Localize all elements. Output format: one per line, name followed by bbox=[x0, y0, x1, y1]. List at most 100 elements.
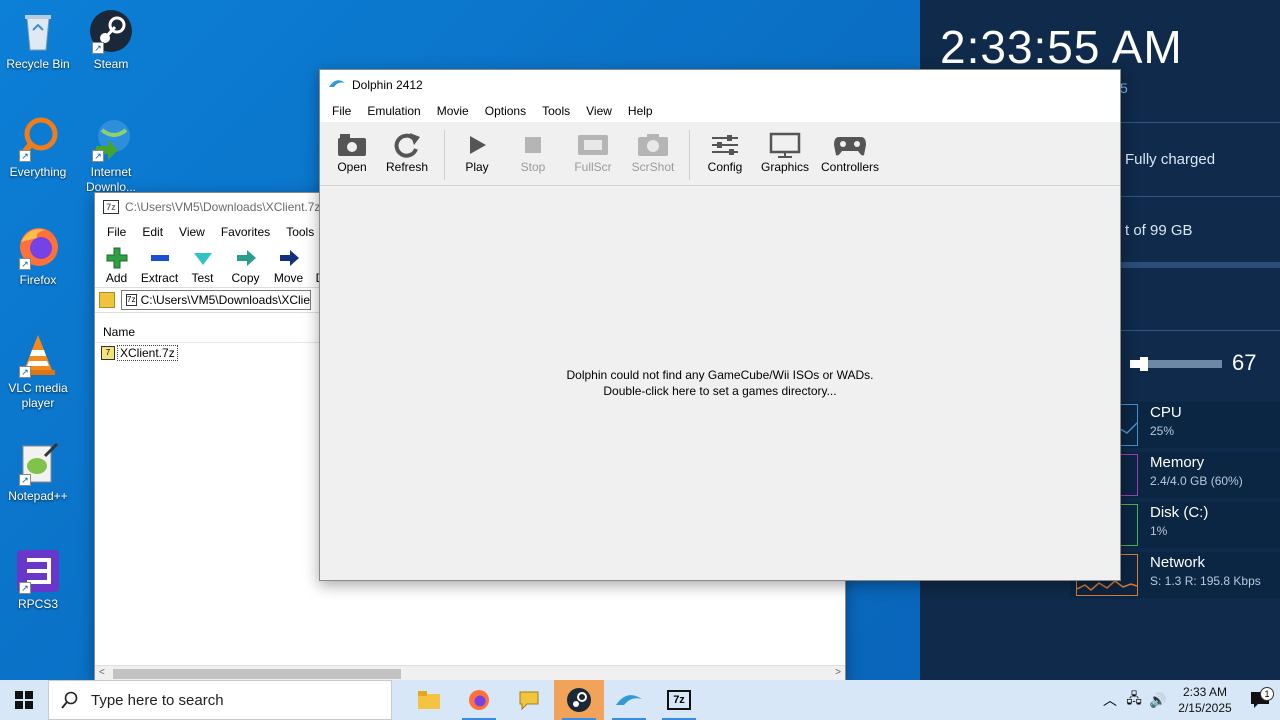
empty-message-line1: Dolphin could not find any GameCube/Wii … bbox=[566, 368, 874, 382]
dolphin-icon bbox=[616, 695, 642, 705]
taskbar-7zip[interactable]: 7z bbox=[654, 680, 704, 720]
menu-file[interactable]: File bbox=[99, 225, 134, 239]
menu-favorites[interactable]: Favorites bbox=[213, 225, 278, 239]
controllers-label: Controllers bbox=[820, 160, 880, 174]
desktop-icon-internet-download[interactable]: ↗ Internet Downlo... bbox=[73, 116, 149, 192]
storage-status: t of 99 GB bbox=[1125, 222, 1193, 239]
menu-help[interactable]: Help bbox=[620, 104, 661, 118]
copy-button[interactable]: Copy bbox=[224, 245, 267, 285]
scrollbar-thumb[interactable] bbox=[113, 669, 401, 679]
taskbar-clock[interactable]: 2:33 AM 2/15/2025 bbox=[1170, 684, 1240, 716]
taskbar-chat-app[interactable] bbox=[504, 680, 554, 720]
desktop-icon-steam[interactable]: ↗ Steam bbox=[73, 8, 149, 72]
controllers-button[interactable]: Controllers bbox=[816, 130, 884, 174]
shortcut-arrow-icon: ↗ bbox=[92, 150, 104, 162]
widget-date-fragment: 5 bbox=[1120, 80, 1128, 96]
graphics-button[interactable]: Graphics bbox=[754, 130, 816, 174]
desktop-icon-firefox[interactable]: ↗ Firefox bbox=[0, 224, 76, 288]
notification-center-button[interactable]: 1 bbox=[1240, 687, 1280, 709]
taskbar-apps: 7z bbox=[404, 680, 704, 720]
test-button[interactable]: Test bbox=[181, 245, 224, 285]
screenshot-button[interactable]: ScrShot bbox=[623, 130, 683, 174]
game-list-empty-message[interactable]: Dolphin could not find any GameCube/Wii … bbox=[320, 367, 1120, 399]
7zip-app-icon: 7z bbox=[103, 200, 119, 214]
disc-drive-icon bbox=[335, 130, 369, 160]
menu-tools[interactable]: Tools bbox=[534, 104, 578, 118]
volume-slider[interactable] bbox=[1130, 357, 1222, 371]
perf-name: Disk (C:) bbox=[1150, 504, 1209, 521]
menu-tools[interactable]: Tools bbox=[278, 225, 322, 239]
stop-button[interactable]: Stop bbox=[503, 130, 563, 174]
stop-label: Stop bbox=[520, 160, 546, 174]
scroll-left-icon[interactable]: < bbox=[99, 667, 105, 678]
config-button[interactable]: Config bbox=[696, 130, 754, 174]
toolbar-separator bbox=[444, 130, 445, 180]
move-arrow-icon bbox=[273, 245, 305, 271]
add-button[interactable]: Add bbox=[95, 245, 138, 285]
chevron-up-icon[interactable]: ︿ bbox=[1098, 690, 1122, 710]
screenshot-label: ScrShot bbox=[631, 160, 675, 174]
fullscreen-button[interactable]: FullScr bbox=[563, 130, 623, 174]
menu-view[interactable]: View bbox=[171, 225, 213, 239]
menu-view[interactable]: View bbox=[578, 104, 620, 118]
taskbar-search-box[interactable]: Type here to search bbox=[48, 680, 392, 720]
taskbar-dolphin[interactable] bbox=[604, 680, 654, 720]
7z-file-icon: 7 bbox=[101, 346, 115, 360]
menu-edit[interactable]: Edit bbox=[134, 225, 171, 239]
copy-arrow-icon bbox=[230, 245, 262, 271]
notification-badge: 1 bbox=[1260, 687, 1274, 701]
windows-logo-icon bbox=[15, 691, 33, 709]
menu-file[interactable]: File bbox=[324, 104, 359, 118]
list-item[interactable]: 7 XClient.7z bbox=[101, 345, 178, 361]
dolphin-titlebar[interactable]: Dolphin 2412 bbox=[320, 70, 1120, 100]
desktop-icon-everything[interactable]: ↗ Everything bbox=[0, 116, 76, 180]
recycle-bin-icon bbox=[15, 8, 61, 54]
perf-value: 2.4/4.0 GB (60%) bbox=[1150, 474, 1243, 488]
desktop-icon-recycle-bin[interactable]: Recycle Bin bbox=[0, 8, 76, 72]
stop-icon bbox=[516, 130, 550, 160]
menu-emulation[interactable]: Emulation bbox=[359, 104, 428, 118]
storage-bar bbox=[1120, 262, 1280, 268]
scroll-right-icon[interactable]: > bbox=[835, 667, 841, 678]
volume-value: 67 bbox=[1232, 350, 1257, 375]
desktop-icon-label: RPCS3 bbox=[17, 597, 58, 611]
divider bbox=[1120, 330, 1280, 331]
shortcut-arrow-icon: ↗ bbox=[19, 474, 31, 486]
volume-icon[interactable]: 🔊 bbox=[1146, 692, 1170, 709]
dolphin-window[interactable]: Dolphin 2412 File Emulation Movie Option… bbox=[319, 69, 1121, 581]
desktop-icon-rpcs3[interactable]: ↗ RPCS3 bbox=[0, 548, 76, 612]
desktop-icon-notepadpp[interactable]: ↗ Notepad++ bbox=[0, 440, 76, 504]
menu-movie[interactable]: Movie bbox=[429, 104, 477, 118]
refresh-button[interactable]: Refresh bbox=[376, 130, 438, 174]
volume-knob[interactable] bbox=[1140, 357, 1148, 371]
copy-label: Copy bbox=[231, 271, 260, 285]
play-button[interactable]: Play bbox=[451, 130, 503, 174]
file-name: XClient.7z bbox=[117, 345, 178, 361]
perf-name: Network bbox=[1150, 554, 1206, 571]
taskbar-firefox[interactable] bbox=[454, 680, 504, 720]
open-button[interactable]: Open bbox=[328, 130, 376, 174]
menu-options[interactable]: Options bbox=[477, 104, 534, 118]
sliders-icon bbox=[708, 130, 742, 160]
rpcs3-icon: ↗ bbox=[15, 548, 61, 594]
empty-message-line2[interactable]: Double-click here to set a games directo… bbox=[320, 383, 1120, 399]
address-text: C:\Users\VM5\Downloads\XClie bbox=[140, 293, 310, 307]
perf-name: Memory bbox=[1150, 454, 1205, 471]
desktop-icon-vlc[interactable]: ↗ VLC media player bbox=[0, 332, 76, 411]
taskbar-steam[interactable] bbox=[554, 680, 604, 720]
taskbar-date: 2/15/2025 bbox=[1178, 701, 1232, 715]
horizontal-scrollbar[interactable]: < > bbox=[95, 665, 845, 681]
desktop-icon-label: Notepad++ bbox=[8, 489, 68, 503]
firefox-icon bbox=[469, 690, 489, 710]
file-explorer-icon bbox=[418, 691, 440, 709]
dolphin-toolbar: Open Refresh Play Stop FullScr ScrShot C… bbox=[320, 122, 1120, 186]
network-icon[interactable]: 🖧 bbox=[1122, 688, 1146, 712]
play-icon bbox=[460, 130, 494, 160]
toolbar-separator bbox=[689, 130, 690, 180]
7zip-title: C:\Users\VM5\Downloads\XClient.7z\ bbox=[125, 200, 324, 214]
folder-up-icon[interactable] bbox=[99, 292, 115, 308]
taskbar-file-explorer[interactable] bbox=[404, 680, 454, 720]
address-input[interactable]: 7z C:\Users\VM5\Downloads\XClie bbox=[121, 290, 311, 310]
extract-button[interactable]: Extract bbox=[138, 245, 181, 285]
start-button[interactable] bbox=[0, 680, 48, 720]
